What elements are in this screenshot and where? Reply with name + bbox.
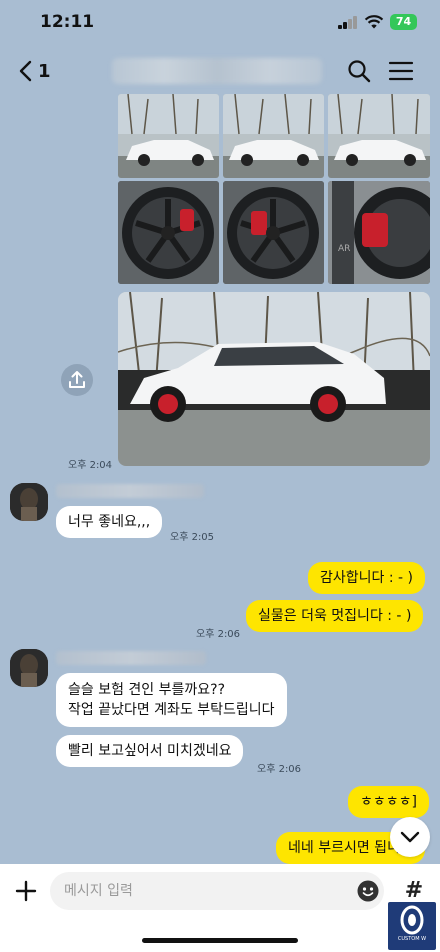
battery-icon: 74 <box>390 14 417 30</box>
back-button[interactable]: 1 <box>18 56 68 86</box>
message-bubble-outgoing[interactable]: 실물은 더욱 멋집니다 : - ) <box>246 600 424 632</box>
photo-timestamp: 오후 2:04 <box>68 460 113 471</box>
emoji-icon[interactable] <box>356 879 380 903</box>
logo-text: CUSTOM W <box>397 936 427 942</box>
avatar[interactable] <box>10 483 48 521</box>
chat-title-blurred <box>112 58 322 84</box>
wifi-icon <box>364 15 384 29</box>
svg-text:AR: AR <box>338 244 350 254</box>
message-text: ㅎㅎㅎㅎ] <box>360 794 417 810</box>
chevron-down-icon <box>400 831 420 843</box>
home-indicator <box>142 938 298 943</box>
message-text: 빨리 보고싶어서 미치겠네요 <box>68 743 232 759</box>
message-timestamp: 오후 2:06 <box>257 764 302 775</box>
scroll-to-bottom-button[interactable] <box>390 817 430 857</box>
watermark-logo: CUSTOM W <box>388 902 436 950</box>
photo-wheel-3[interactable]: AR <box>328 181 430 284</box>
share-icon <box>69 371 85 388</box>
message-text: 작업 끝났다면 계좌도 부탁드립니다 <box>68 702 275 718</box>
unread-count: 1 <box>38 60 51 82</box>
logo-mark-icon <box>400 905 424 935</box>
message-text: 너무 좋네요,,, <box>68 514 151 530</box>
message-bubble-incoming[interactable]: 빨리 보고싶어서 미치겠네요 <box>56 735 244 767</box>
photo-car-1[interactable] <box>118 94 219 178</box>
menu-icon[interactable] <box>388 59 414 83</box>
avatar[interactable] <box>10 649 48 687</box>
chevron-left-icon <box>19 60 32 82</box>
message-text: 감사합니다 : - ) <box>320 570 413 586</box>
photo-wheel-2[interactable] <box>223 181 324 284</box>
search-icon[interactable] <box>346 58 372 84</box>
sender-name-blurred <box>56 651 206 665</box>
chat-header: 1 <box>0 46 440 96</box>
message-bubble-incoming[interactable]: 너무 좋네요,,, <box>56 506 163 538</box>
status-bar: 12:11 74 <box>0 0 440 46</box>
photo-car-2[interactable] <box>223 94 324 178</box>
share-button[interactable] <box>61 364 93 396</box>
message-text: 실물은 더욱 멋집니다 : - ) <box>258 608 412 624</box>
sender-name-blurred <box>56 484 204 498</box>
message-timestamp: 오후 2:05 <box>170 532 215 543</box>
message-timestamp: 오후 2:06 <box>196 629 241 640</box>
message-text: 슬슬 보험 견인 부를까요?? <box>68 682 226 698</box>
hash-icon[interactable]: # <box>400 877 428 905</box>
photo-wheel-1[interactable] <box>118 181 219 284</box>
photo-car-large[interactable] <box>118 292 430 466</box>
message-bubble-outgoing[interactable]: 감사합니다 : - ) <box>308 562 425 594</box>
message-bubble-incoming[interactable]: 슬슬 보험 견인 부를까요?? 작업 끝났다면 계좌도 부탁드립니다 <box>56 673 287 727</box>
message-input-bar: # <box>0 864 440 952</box>
photo-car-3[interactable] <box>328 94 430 178</box>
message-bubble-outgoing[interactable]: ㅎㅎㅎㅎ] <box>348 786 429 818</box>
cellular-signal-icon <box>338 16 358 29</box>
battery-level: 74 <box>395 15 412 28</box>
plus-icon[interactable] <box>13 878 39 904</box>
message-input[interactable] <box>50 872 384 910</box>
status-time: 12:11 <box>40 12 95 32</box>
